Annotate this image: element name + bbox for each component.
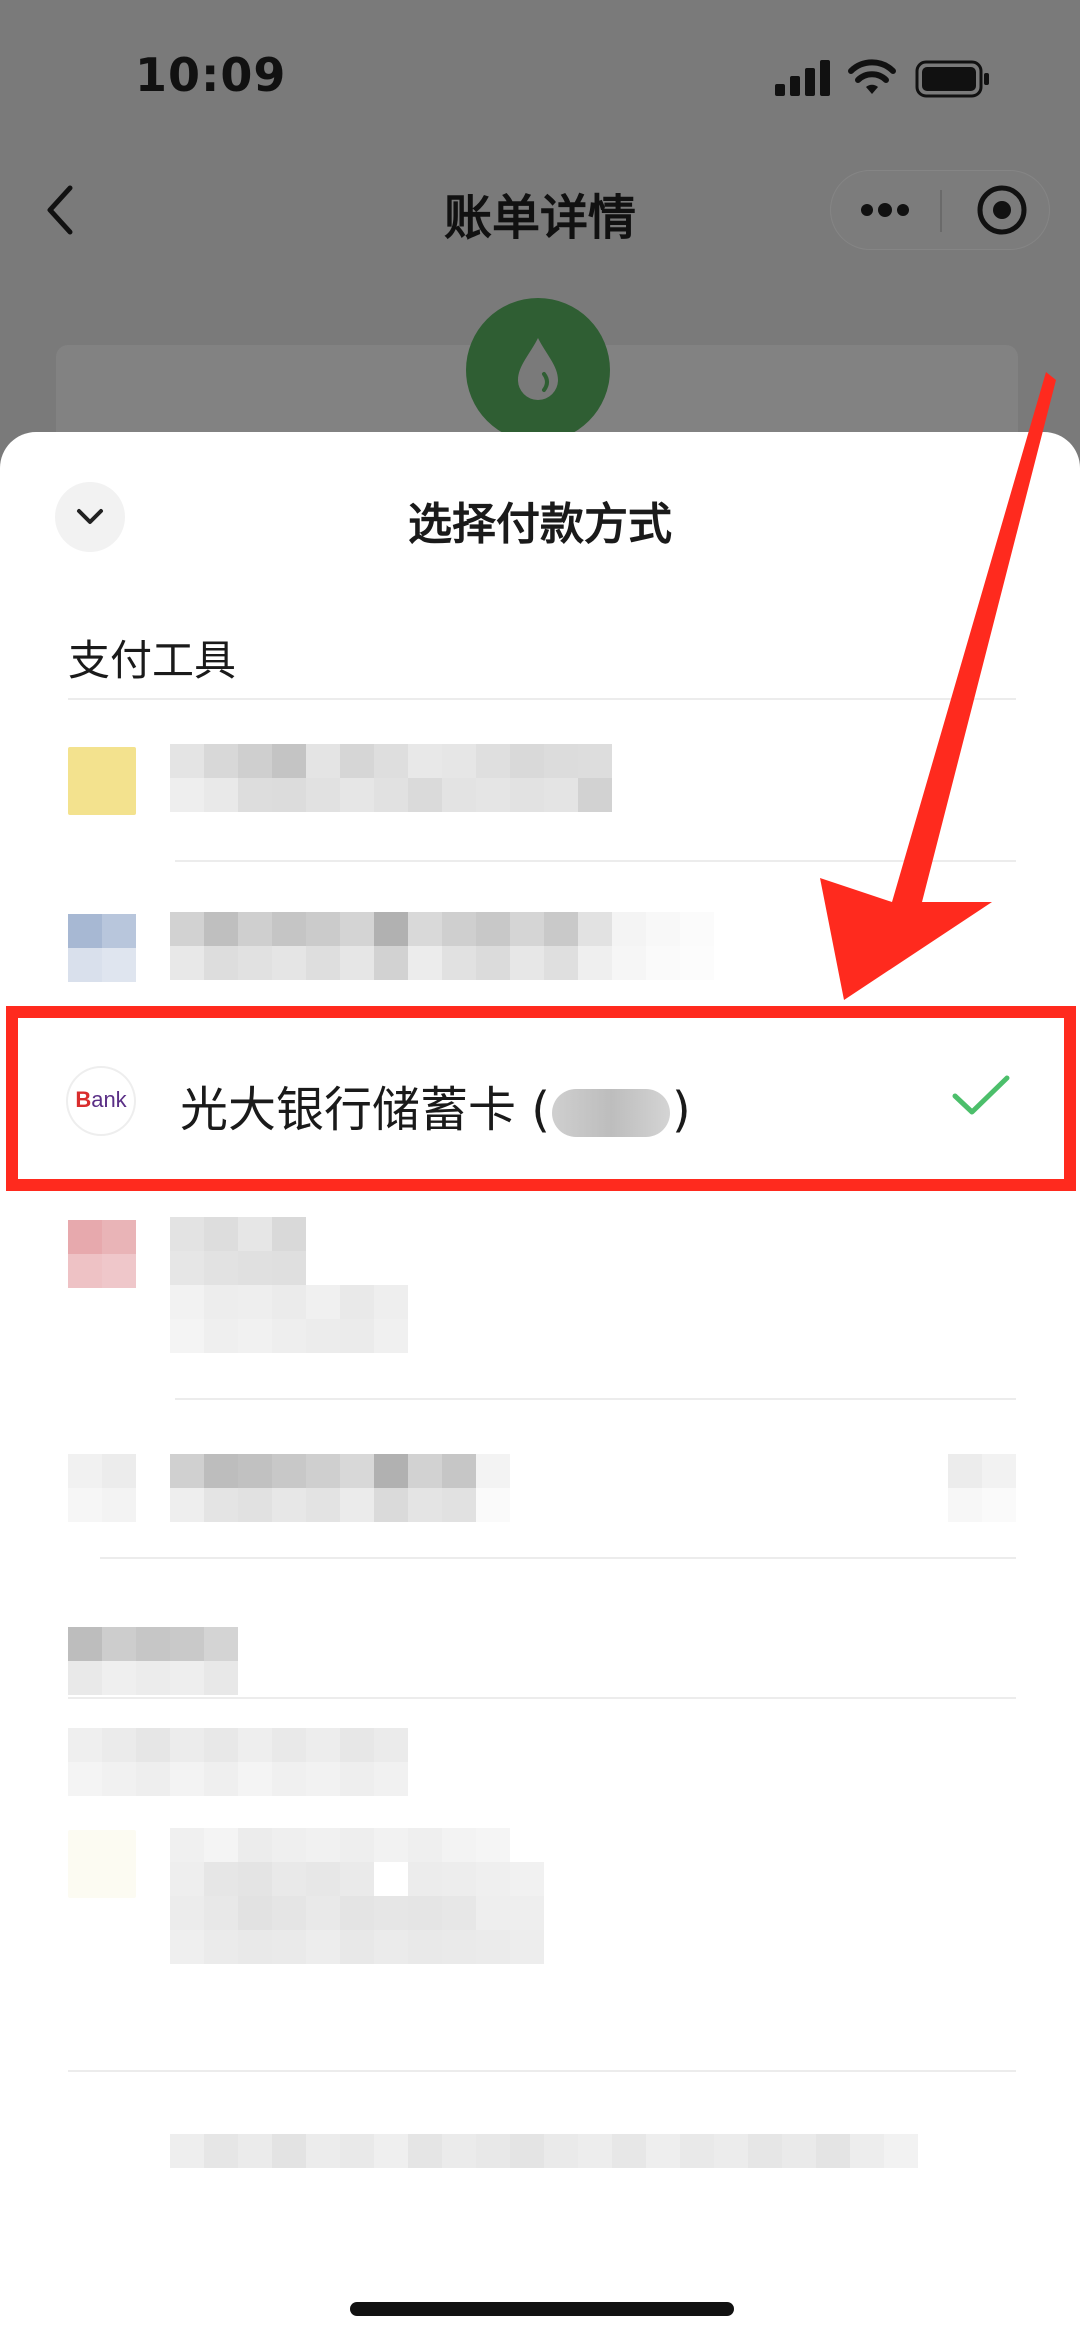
pixelated-option-text xyxy=(170,1828,544,1964)
wifi-icon xyxy=(848,59,896,94)
payment-option-icon xyxy=(68,1454,136,1522)
pixelated-section-title xyxy=(68,1627,238,1695)
target-icon[interactable] xyxy=(975,183,1029,237)
capsule-divider xyxy=(940,190,942,232)
battery-icon xyxy=(915,60,989,98)
divider xyxy=(68,1697,1016,1699)
payment-option-icon xyxy=(68,914,136,982)
pixelated-text xyxy=(68,1728,408,1796)
signal-icon xyxy=(775,60,830,96)
divider xyxy=(175,1398,1016,1400)
sheet-title: 选择付款方式 xyxy=(408,499,672,550)
status-bar: 10:09 xyxy=(0,0,1080,150)
home-indicator xyxy=(350,2302,734,2316)
more-icon[interactable] xyxy=(855,195,915,225)
payment-option-icon xyxy=(68,1220,136,1288)
status-time: 10:09 xyxy=(135,48,287,102)
water-drop-icon xyxy=(518,338,558,400)
section-title: 支付工具 xyxy=(68,636,237,685)
payment-option-icon xyxy=(68,747,136,815)
pixelated-option-text xyxy=(170,1454,510,1522)
payment-option-icon xyxy=(68,1830,136,1898)
divider xyxy=(68,698,1016,700)
pixelated-option-extra xyxy=(948,1454,1016,1522)
payment-method-sheet: 选择付款方式 支付工具 xyxy=(0,432,1080,2341)
pixelated-option-text xyxy=(170,2134,918,2168)
pixelated-option-text xyxy=(170,1217,408,1353)
pixelated-option-text xyxy=(170,912,714,980)
divider xyxy=(68,2070,1016,2072)
background-page: 10:09 账单详情 xyxy=(0,0,1080,465)
divider xyxy=(175,860,1016,862)
pixelated-option-text xyxy=(170,744,612,812)
highlight-box xyxy=(6,1006,1076,1191)
divider xyxy=(100,1557,1016,1559)
